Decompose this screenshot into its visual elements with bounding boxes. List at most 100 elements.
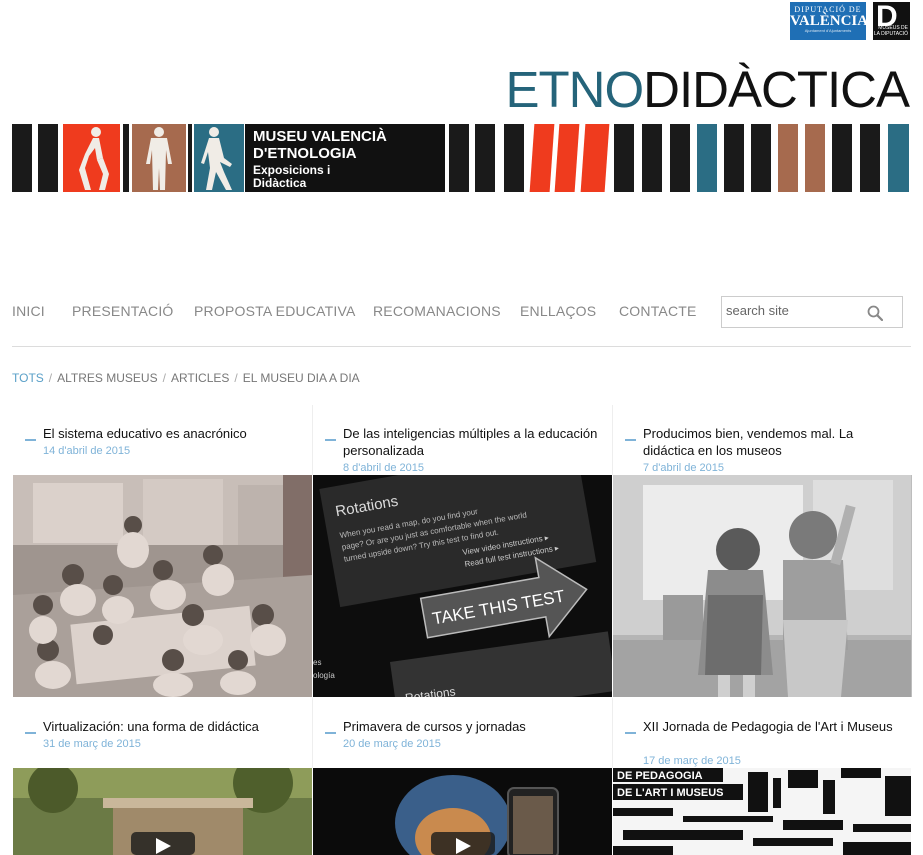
post-image-rotations-test[interactable]: Rotations When you read a map, do you fi… — [313, 475, 612, 697]
banner-stripe — [614, 124, 634, 192]
walking-figure-icon — [201, 127, 232, 190]
filter-articles[interactable]: ARTICLES — [171, 371, 229, 385]
museum-banner: MUSEU VALENCIÀ D'ETNOLOGIA Exposicions i… — [12, 124, 909, 192]
nav-divider — [12, 346, 911, 347]
banner-museum-name: MUSEU VALENCIÀ D'ETNOLOGIA Exposicions i… — [245, 124, 445, 192]
banner-subtitle-line: Didàctica — [253, 176, 307, 190]
banner-stripe-brown — [805, 124, 825, 192]
phone-painting-video — [313, 768, 612, 855]
title-dash — [25, 439, 36, 441]
banner-panel-teal — [194, 124, 244, 192]
standing-figure-icon — [146, 127, 172, 190]
search-box — [721, 296, 903, 328]
banner-stripe-red — [554, 124, 580, 192]
banner-stripe — [123, 124, 129, 192]
title-dash — [25, 732, 36, 734]
post-image-building-video[interactable] — [13, 768, 312, 855]
post-date: 7 d'abril de 2015 — [643, 462, 724, 474]
banner-stripe — [188, 124, 192, 192]
banner-panel-red — [63, 124, 120, 192]
banner-panel-brown — [132, 124, 186, 192]
title-dash — [625, 439, 636, 441]
banner-stripe — [670, 124, 690, 192]
girls-at-wall-photo — [613, 475, 911, 697]
title-dash — [625, 732, 636, 734]
filter-separator: / — [234, 371, 238, 385]
category-filter: TOTS / ALTRES MUSEUS / ARTICLES / EL MUSEU DIA… — [12, 371, 360, 385]
title-dash — [325, 439, 336, 441]
banner-stripe — [449, 124, 469, 192]
nav-item-presentacio[interactable]: PRESENTACIÓ — [72, 303, 174, 319]
title-dash — [325, 732, 336, 734]
banner-subtitle: Exposicions i Didàctica — [253, 164, 330, 190]
post-title[interactable]: De las inteligencias múltiples a la educ… — [343, 425, 603, 459]
jornada-poster: DE PEDAGOGIA DE L'ART I MUSEUS — [613, 768, 911, 855]
post-image-jornada-poster[interactable]: DE PEDAGOGIA DE L'ART I MUSEUS — [613, 768, 912, 855]
museus-diputacio-logo[interactable]: D MUSEUS DE LA DIPUTACIÓ — [873, 2, 910, 40]
search-icon[interactable] — [867, 305, 883, 321]
post-card[interactable]: Producimos bien, vendemos mal. La didáct… — [613, 405, 912, 697]
banner-stripe — [751, 124, 771, 192]
poster-text: DE PEDAGOGIA — [617, 770, 703, 782]
banner-stripe — [860, 124, 880, 192]
post-title[interactable]: El sistema educativo es anacrónico — [43, 425, 303, 442]
nav-item-enllacos[interactable]: ENLLAÇOS — [520, 303, 596, 319]
nav-item-contacte[interactable]: CONTACTE — [619, 303, 697, 319]
post-card[interactable]: Virtualización: una forma de didáctica 3… — [13, 698, 312, 855]
post-date: 14 d'abril de 2015 — [43, 445, 131, 457]
banner-stripe — [642, 124, 662, 192]
banner-stripe-red — [580, 124, 610, 192]
logo-line: Ajuntament d'Ajuntaments — [804, 28, 852, 33]
filter-altres-museus[interactable]: ALTRES MUSEUS — [57, 371, 157, 385]
filter-tots[interactable]: TOTS — [12, 371, 44, 385]
post-card[interactable]: El sistema educativo es anacrónico 14 d'… — [13, 405, 312, 697]
banner-stripe — [504, 124, 524, 192]
banner-stripe — [12, 124, 32, 192]
site-title-part-etno: ETNO — [505, 61, 644, 118]
side-text: es — [313, 658, 321, 667]
banner-stripe — [38, 124, 58, 192]
nav-item-recomanacions[interactable]: RECOMANACIONS — [373, 303, 501, 319]
side-text: ología — [313, 671, 335, 680]
children-drawing-photo — [13, 475, 312, 697]
banner-stripe — [724, 124, 744, 192]
banner-stripe-teal — [888, 124, 909, 192]
banner-stripe-red — [529, 124, 555, 192]
filter-separator: / — [162, 371, 166, 385]
post-date: 20 de març de 2015 — [343, 738, 441, 750]
banner-stripe-brown — [778, 124, 798, 192]
filter-separator: / — [48, 371, 53, 385]
search-input[interactable] — [726, 303, 866, 318]
nav-item-proposta-educativa[interactable]: PROPOSTA EDUCATIVA — [194, 303, 356, 319]
post-image-children-drawing[interactable] — [13, 475, 312, 697]
site-title-part-didactica: DIDÀCTICA — [643, 61, 910, 118]
banner-title-line: MUSEU VALENCIÀ — [253, 128, 387, 145]
post-date: 8 d'abril de 2015 — [343, 462, 424, 474]
rotations-test-screen: Rotations When you read a map, do you fi… — [313, 475, 612, 697]
banner-title-line: D'ETNOLOGIA — [253, 145, 357, 162]
logo-line: MUSEUS DE LA DIPUTACIÓ — [873, 25, 908, 37]
building-video — [13, 768, 312, 855]
logo-line: VALÈNCIA — [790, 13, 869, 29]
banner-stripe — [475, 124, 495, 192]
nav-item-inici[interactable]: INICI — [12, 303, 45, 319]
post-date: 31 de març de 2015 — [43, 738, 141, 750]
post-image-girls-at-wall[interactable] — [613, 475, 912, 697]
banner-title: MUSEU VALENCIÀ D'ETNOLOGIA — [253, 128, 387, 162]
post-card[interactable]: Primavera de cursos y jornadas 20 de mar… — [313, 698, 612, 855]
poster-text: DE L'ART I MUSEUS — [617, 787, 724, 799]
diputacio-valencia-logo[interactable]: DIPUTACIÓ DE VALÈNCIA Ajuntament d'Ajunt… — [790, 2, 869, 40]
post-title[interactable]: Virtualización: una forma de didáctica — [43, 718, 303, 735]
post-date: 17 de març de 2015 — [643, 755, 741, 767]
post-title[interactable]: Primavera de cursos y jornadas — [343, 718, 603, 735]
post-card[interactable]: XII Jornada de Pedagogia de l'Art i Muse… — [613, 698, 912, 855]
banner-stripe-teal — [697, 124, 717, 192]
post-title[interactable]: XII Jornada de Pedagogia de l'Art i Muse… — [643, 718, 903, 735]
banner-stripe — [832, 124, 852, 192]
post-title[interactable]: Producimos bien, vendemos mal. La didáct… — [643, 425, 903, 459]
filter-el-museu-dia-a-dia[interactable]: EL MUSEU DIA A DIA — [243, 371, 360, 385]
runner-figure-icon — [79, 127, 109, 190]
post-card[interactable]: De las inteligencias múltiples a la educ… — [313, 405, 612, 697]
post-image-phone-painting-video[interactable] — [313, 768, 612, 855]
site-title[interactable]: ETNODIDÀCTICA — [505, 60, 910, 120]
